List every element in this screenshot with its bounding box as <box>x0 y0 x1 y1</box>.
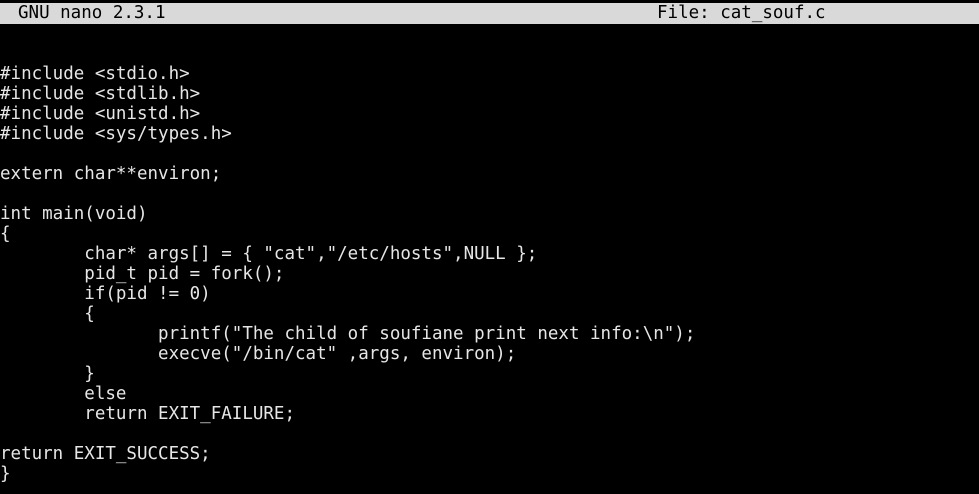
code-line: { <box>0 224 11 244</box>
code-line: if(pid != 0) <box>0 284 211 304</box>
code-line: extern char**environ; <box>0 164 222 184</box>
editor-text-area[interactable]: #include <stdio.h> #include <stdlib.h> #… <box>0 44 979 494</box>
app-version-label: GNU nano 2.3.1 <box>18 3 166 23</box>
code-line: printf("The child of soufiane print next… <box>0 324 696 344</box>
code-line: int main(void) <box>0 204 148 224</box>
code-line: return EXIT_FAILURE; <box>0 404 296 424</box>
code-line: #include <stdlib.h> <box>0 84 201 104</box>
code-line: pid_t pid = fork(); <box>0 264 285 284</box>
code-line: return EXIT_SUCCESS; <box>0 444 211 464</box>
file-name-label: File: cat_souf.c <box>657 3 826 23</box>
code-line: char* args[] = { "cat","/etc/hosts",NULL… <box>0 244 538 264</box>
code-line: } <box>0 364 95 384</box>
code-line: #include <unistd.h> <box>0 104 201 124</box>
code-line: #include <stdio.h> <box>0 64 190 84</box>
code-line: { <box>0 304 95 324</box>
code-line: else <box>0 384 127 404</box>
code-line: #include <sys/types.h> <box>0 124 232 144</box>
nano-title-bar: GNU nano 2.3.1 File: cat_souf.c <box>0 3 979 24</box>
code-line: execve("/bin/cat" ,args, environ); <box>0 344 517 364</box>
code-line: } <box>0 464 11 484</box>
